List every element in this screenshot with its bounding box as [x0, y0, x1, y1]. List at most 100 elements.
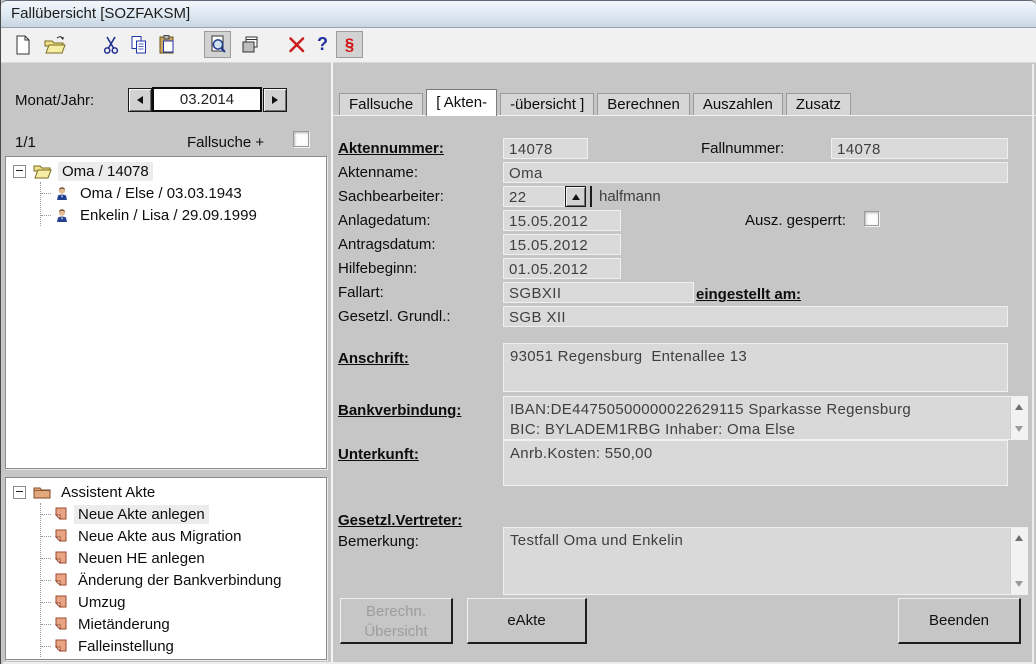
hilfebeginn-field[interactable]: 01.05.2012	[503, 258, 621, 279]
unterkunft-textarea[interactable]: Anrb.Kosten: 550,00	[503, 440, 1008, 486]
sachbearbeiter-label: Sachbearbeiter:	[338, 188, 444, 205]
note-icon	[54, 551, 68, 565]
paragraph-icon: §	[345, 35, 354, 55]
note-icon	[54, 639, 68, 653]
print-preview-icon	[207, 34, 229, 56]
beenden-button[interactable]: Beenden	[898, 598, 1021, 644]
fallnummer-label: Fallnummer:	[701, 140, 784, 157]
open-folder-icon	[43, 34, 67, 56]
gesetzl-grundl-label: Gesetzl. Grundl.:	[338, 308, 451, 325]
assistant-tree: Assistent Akte Neue Akte anlegen Neue Ak…	[5, 477, 327, 660]
delete-x-icon	[286, 34, 308, 56]
bankverbindung-line2: BIC: BYLADEM1RBG Inhaber: Oma Else	[504, 420, 1027, 440]
bankverbindung-scrollbar[interactable]	[1010, 397, 1027, 439]
window-copy-icon	[239, 34, 261, 56]
tree-node-label: Enkelin / Lisa / 29.09.1999	[76, 206, 261, 225]
eingestellt-am-label: eingestellt am:	[696, 286, 801, 303]
tree-node-wizard[interactable]: Neue Akte aus Migration	[41, 525, 326, 547]
berechn-uebersicht-label-line1: Berechn.	[341, 602, 451, 622]
scroll-down-button[interactable]	[1011, 421, 1027, 437]
sachbearbeiter-name: halfmann	[599, 188, 661, 205]
open-file-button[interactable]	[41, 31, 68, 58]
tab-berechnen[interactable]: Berechnen	[597, 93, 690, 115]
sachbearbeiter-spin-button[interactable]	[565, 186, 586, 207]
paragraph-button[interactable]: §	[336, 31, 363, 58]
gesetzl-grundl-field[interactable]: SGB XII	[503, 306, 1008, 327]
tree-node-wizard[interactable]: Neue Akte anlegen	[41, 503, 326, 525]
fallart-field[interactable]: SGBXII	[503, 282, 694, 303]
help-button[interactable]: ?	[309, 31, 336, 58]
tab-zusatz[interactable]: Zusatz	[786, 93, 851, 115]
copy-button[interactable]	[125, 31, 152, 58]
new-document-button[interactable]	[9, 31, 36, 58]
tree-node-label: Falleinstellung	[74, 637, 178, 656]
fallart-label: Fallart:	[338, 284, 384, 301]
arrow-left-icon	[137, 96, 143, 104]
tab-bar: Fallsuche [ Akten- -übersicht ] Berechne…	[339, 89, 854, 115]
antragsdatum-label: Antragsdatum:	[338, 236, 436, 253]
tree-node-assistant-root[interactable]: Assistent Akte	[6, 481, 326, 503]
anschrift-label: Anschrift:	[338, 350, 409, 367]
tree-node-case-root[interactable]: Oma / 14078	[6, 160, 326, 182]
paste-button[interactable]	[153, 31, 180, 58]
window-copy-button[interactable]	[236, 31, 263, 58]
sachbearbeiter-field[interactable]: 22	[503, 186, 565, 207]
bankverbindung-label: Bankverbindung:	[338, 402, 461, 419]
arrow-up-icon	[1015, 535, 1023, 541]
bemerkung-scrollbar[interactable]	[1010, 528, 1027, 594]
tab-auszahlen[interactable]: Auszahlen	[693, 93, 783, 115]
bemerkung-text: Testfall Oma und Enkelin	[504, 528, 1027, 551]
month-prev-button[interactable]	[128, 88, 152, 112]
unterkunft-label: Unterkunft:	[338, 446, 419, 463]
cut-button[interactable]	[97, 31, 124, 58]
tree-node-label: Oma / 14078	[58, 162, 153, 181]
tree-node-wizard[interactable]: Umzug	[41, 591, 326, 613]
antragsdatum-field[interactable]: 15.05.2012	[503, 234, 621, 255]
bemerkung-label: Bemerkung:	[338, 533, 419, 550]
fallsuche-plus-checkbox[interactable]	[293, 131, 309, 147]
anlagedatum-field[interactable]: 15.05.2012	[503, 210, 621, 231]
ausz-gesperrt-checkbox[interactable]	[864, 211, 879, 226]
copy-icon	[128, 34, 150, 56]
collapse-icon[interactable]	[13, 486, 26, 499]
berechn-uebersicht-label-line2: Übersicht	[341, 622, 451, 642]
tree-node-label: Mietänderung	[74, 615, 174, 634]
bankverbindung-textarea[interactable]: IBAN:DE44750500000022629115 Sparkasse Re…	[503, 396, 1028, 440]
tab-akten[interactable]: [ Akten-	[426, 89, 497, 116]
month-next-button[interactable]	[263, 88, 287, 112]
delete-button[interactable]	[283, 31, 310, 58]
tree-node-wizard[interactable]: Falleinstellung	[41, 635, 326, 657]
help-icon: ?	[317, 34, 328, 55]
note-icon	[54, 507, 68, 521]
print-preview-button[interactable]	[204, 31, 231, 58]
anschrift-textarea[interactable]: 93051 Regensburg Entenallee 13	[503, 343, 1008, 392]
tab-uebersicht[interactable]: -übersicht ]	[500, 93, 594, 115]
tree-node-wizard[interactable]: Neuen HE anlegen	[41, 547, 326, 569]
aktennummer-field[interactable]: 14078	[503, 138, 588, 159]
aktenname-field[interactable]: Oma	[503, 162, 1008, 183]
hilfebeginn-label: Hilfebeginn:	[338, 260, 417, 277]
bankverbindung-line1: IBAN:DE44750500000022629115 Sparkasse Re…	[504, 397, 1027, 420]
eakte-button[interactable]: eAkte	[467, 598, 587, 644]
titlebar[interactable]: Fallübersicht [SOZFAKSM]	[1, 0, 1036, 28]
anlagedatum-label: Anlagedatum:	[338, 212, 431, 229]
unterkunft-text: Anrb.Kosten: 550,00	[504, 441, 1007, 464]
fallnummer-field[interactable]: 14078	[831, 138, 1008, 159]
scroll-down-button[interactable]	[1011, 576, 1027, 592]
scroll-up-button[interactable]	[1011, 399, 1027, 415]
person-icon	[54, 207, 70, 223]
month-year-field[interactable]: 03.2014	[152, 87, 262, 112]
collapse-icon[interactable]	[13, 165, 26, 178]
app-window: Fallübersicht [SOZFAKSM]	[0, 0, 1036, 664]
tree-node-label: Assistent Akte	[57, 483, 159, 502]
tree-node-label: Neue Akte anlegen	[74, 505, 209, 524]
tab-fallsuche[interactable]: Fallsuche	[339, 93, 423, 115]
tree-node-person[interactable]: Enkelin / Lisa / 29.09.1999	[41, 204, 326, 226]
gesetzl-vertreter-label: Gesetzl.Vertreter:	[338, 512, 462, 529]
tree-node-person[interactable]: Oma / Else / 03.03.1943	[41, 182, 326, 204]
scroll-up-button[interactable]	[1011, 530, 1027, 546]
tree-node-wizard[interactable]: Mietänderung	[41, 613, 326, 635]
tree-node-wizard[interactable]: Änderung der Bankverbindung	[41, 569, 326, 591]
bemerkung-textarea[interactable]: Testfall Oma und Enkelin	[503, 527, 1028, 595]
arrow-down-icon	[1015, 581, 1023, 587]
